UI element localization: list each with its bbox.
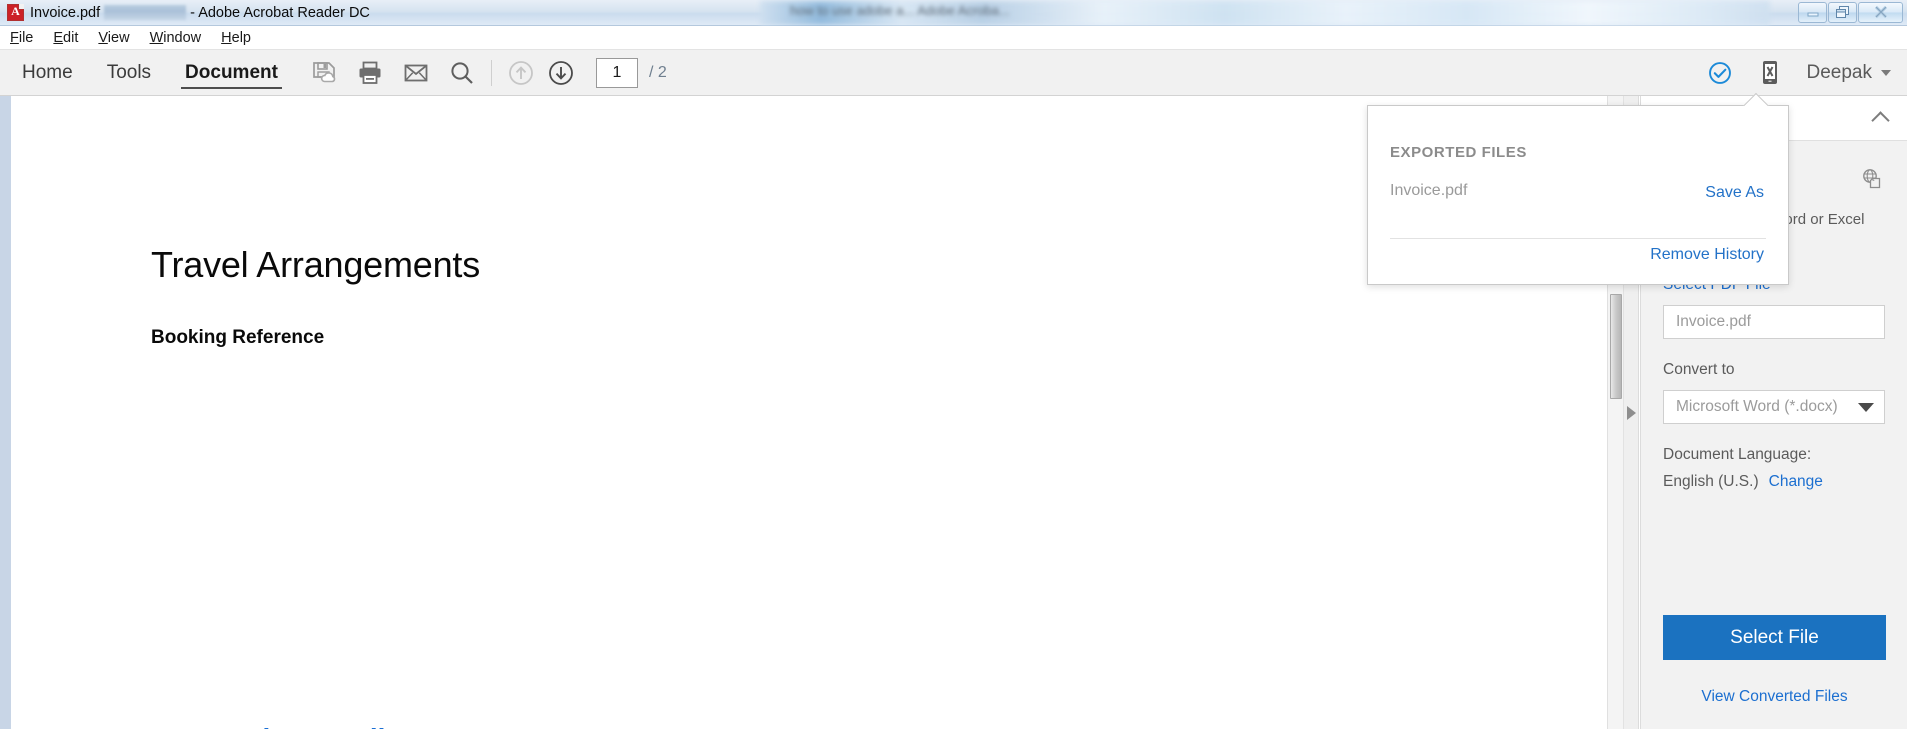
menu-bar: FFileile Edit View Window Help (0, 26, 1907, 50)
cloud-sync-check-icon[interactable] (1707, 60, 1733, 86)
chevron-up-icon[interactable] (1871, 111, 1890, 130)
toolbar-right-group: Deepak (1707, 60, 1907, 86)
tab-tools[interactable]: Tools (90, 50, 168, 96)
convert-to-label: Convert to (1663, 361, 1735, 378)
window-controls (1797, 1, 1903, 24)
previous-page-icon[interactable] (508, 60, 534, 86)
popup-arrow (1743, 93, 1769, 106)
menu-edit[interactable]: Edit (53, 30, 78, 46)
menu-help[interactable]: Help (221, 30, 251, 46)
document-language-row: English (U.S.) Change (1663, 473, 1885, 491)
document-subheading: Booking Reference (151, 327, 325, 348)
tab-home[interactable]: Home (0, 50, 90, 96)
print-icon[interactable] (357, 60, 383, 86)
page-total-label: / 2 (648, 63, 667, 81)
view-converted-files-link[interactable]: View Converted Files (1641, 688, 1907, 706)
search-icon[interactable] (449, 60, 475, 86)
popup-title: EXPORTED FILES (1390, 144, 1527, 161)
select-file-button[interactable]: Select File (1663, 615, 1886, 660)
tab-document[interactable]: Document (168, 50, 295, 96)
menu-view[interactable]: View (98, 30, 129, 46)
exported-files-popup: EXPORTED FILES Invoice.pdf Save As Remov… (1367, 105, 1789, 285)
toolbar-tabs: Home Tools Document (0, 50, 295, 96)
mobile-link-icon[interactable] (1757, 60, 1783, 86)
main-toolbar: Home Tools Document 1 / 2 Deepak (0, 50, 1907, 96)
convert-to-value: Microsoft Word (*.docx) (1676, 398, 1838, 415)
redacted-title-segment (104, 4, 187, 20)
chevron-down-icon (1881, 69, 1891, 76)
page-number-input[interactable]: 1 (595, 57, 638, 88)
popup-save-as-link[interactable]: Save As (1705, 184, 1764, 202)
change-language-link[interactable]: Change (1769, 473, 1823, 491)
user-menu[interactable]: Deepak (1806, 61, 1891, 84)
scrollbar-thumb[interactable] (1610, 294, 1622, 399)
toolbar-separator (490, 59, 492, 86)
popup-file-name: Invoice.pdf (1390, 182, 1468, 199)
title-bar: A Invoice.pdf - Adobe Acrobat Reader DC h… (0, 0, 1907, 26)
chevron-down-icon (1858, 402, 1874, 412)
email-icon[interactable] (403, 60, 429, 86)
minimize-button[interactable] (1798, 1, 1827, 23)
document-section-title: Tax Invoice Details (151, 723, 401, 729)
blurred-tab-text: how to use adobe a... Adobe Acroba... (790, 3, 1010, 18)
convert-to-select[interactable]: Microsoft Word (*.docx) (1663, 390, 1885, 424)
save-to-cloud-icon[interactable] (311, 60, 337, 86)
window-title: Invoice.pdf - Adobe Acrobat Reader DC (30, 4, 370, 21)
close-button[interactable] (1858, 1, 1903, 23)
popup-remove-history-link[interactable]: Remove History (1650, 246, 1764, 264)
window-title-app: - Adobe Acrobat Reader DC (190, 4, 370, 21)
user-name-label: Deepak (1806, 61, 1873, 83)
document-language-value: English (U.S.) (1663, 473, 1759, 490)
document-language-label: Document Language: (1663, 446, 1812, 463)
chevron-right-icon (1626, 405, 1636, 420)
document-left-strip (0, 96, 11, 729)
selected-file-field[interactable]: Invoice.pdf (1663, 305, 1885, 339)
acrobat-app-icon: A (7, 4, 24, 21)
document-heading: Travel Arrangements (151, 244, 481, 285)
restore-button[interactable] (1828, 1, 1857, 23)
page-nav-group (508, 60, 574, 86)
menu-window[interactable]: Window (150, 30, 202, 46)
menu-file[interactable]: FFileile (10, 30, 33, 46)
next-page-icon[interactable] (548, 60, 574, 86)
popup-divider (1390, 238, 1766, 239)
window-title-file: Invoice.pdf (30, 4, 101, 21)
toolbar-icon-group (311, 60, 475, 86)
globe-document-icon (1861, 167, 1885, 196)
